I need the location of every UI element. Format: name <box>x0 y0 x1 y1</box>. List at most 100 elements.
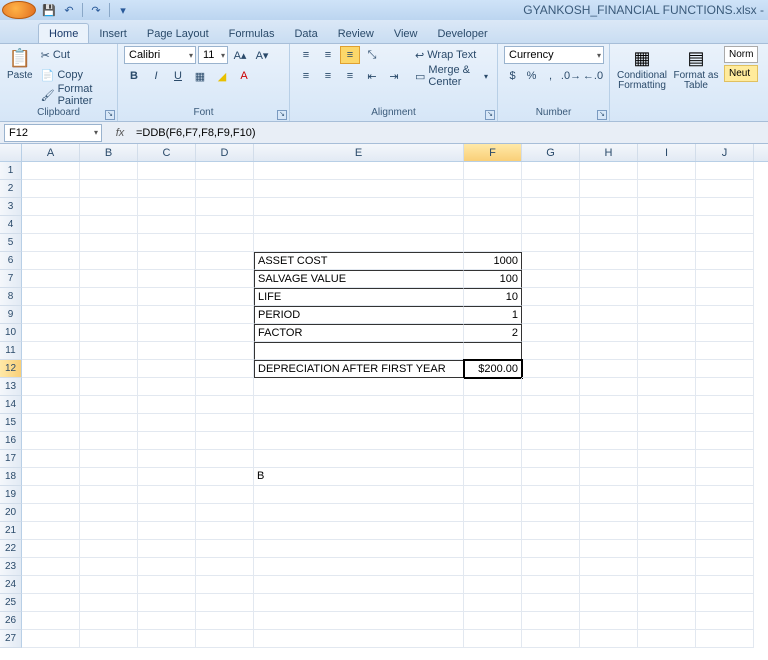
decrease-font-icon[interactable]: A▾ <box>252 46 272 64</box>
cell[interactable] <box>196 576 254 594</box>
cell[interactable] <box>22 612 80 630</box>
cell[interactable] <box>464 486 522 504</box>
cell[interactable] <box>80 432 138 450</box>
tab-insert[interactable]: Insert <box>89 24 137 43</box>
cell[interactable] <box>22 216 80 234</box>
cell[interactable]: $200.00 <box>464 360 522 378</box>
cell[interactable] <box>522 630 580 648</box>
cell[interactable] <box>522 450 580 468</box>
cut-button[interactable]: ✂Cut <box>38 46 111 64</box>
col-header-J[interactable]: J <box>696 144 754 161</box>
cell[interactable] <box>580 450 638 468</box>
cell[interactable] <box>580 504 638 522</box>
cell[interactable] <box>138 378 196 396</box>
cell[interactable]: B <box>254 468 464 486</box>
cell[interactable] <box>80 162 138 180</box>
cell[interactable] <box>522 414 580 432</box>
cell[interactable] <box>80 324 138 342</box>
cell[interactable] <box>80 558 138 576</box>
cell[interactable] <box>522 612 580 630</box>
cell[interactable] <box>80 468 138 486</box>
cell[interactable] <box>138 234 196 252</box>
undo-icon[interactable]: ↶ <box>62 3 76 17</box>
cell[interactable] <box>696 612 754 630</box>
cell[interactable] <box>80 216 138 234</box>
cell[interactable] <box>196 504 254 522</box>
cell[interactable] <box>22 486 80 504</box>
cell[interactable] <box>696 324 754 342</box>
cell[interactable] <box>254 414 464 432</box>
cell[interactable] <box>696 486 754 504</box>
cell[interactable] <box>696 414 754 432</box>
cell[interactable] <box>80 450 138 468</box>
cell[interactable] <box>254 594 464 612</box>
cell[interactable] <box>696 504 754 522</box>
cell[interactable] <box>638 594 696 612</box>
cell[interactable] <box>696 180 754 198</box>
cell[interactable] <box>580 522 638 540</box>
cell[interactable] <box>80 576 138 594</box>
cell[interactable] <box>196 360 254 378</box>
cell[interactable] <box>522 342 580 360</box>
cell[interactable] <box>696 558 754 576</box>
cell[interactable] <box>196 396 254 414</box>
cell[interactable] <box>22 198 80 216</box>
format-painter-button[interactable]: 🖌Format Painter <box>38 86 111 104</box>
row-header[interactable]: 3 <box>0 198 22 216</box>
row-header[interactable]: 21 <box>0 522 22 540</box>
cell[interactable] <box>464 540 522 558</box>
cell[interactable] <box>138 324 196 342</box>
cell[interactable] <box>696 252 754 270</box>
cell[interactable] <box>138 486 196 504</box>
percent-icon[interactable]: % <box>523 67 540 85</box>
dialog-launcher-icon[interactable]: ↘ <box>277 110 287 120</box>
font-size-select[interactable]: 11 <box>198 46 228 64</box>
cell[interactable] <box>80 540 138 558</box>
cell[interactable] <box>580 306 638 324</box>
cell[interactable] <box>638 180 696 198</box>
cell[interactable] <box>464 234 522 252</box>
cell[interactable] <box>522 486 580 504</box>
cell[interactable] <box>464 558 522 576</box>
cell[interactable] <box>22 414 80 432</box>
cell[interactable] <box>80 594 138 612</box>
cell[interactable] <box>196 378 254 396</box>
cell[interactable] <box>638 576 696 594</box>
cell[interactable] <box>80 288 138 306</box>
cell[interactable] <box>138 504 196 522</box>
align-center-icon[interactable]: ≡ <box>318 67 338 85</box>
cell[interactable] <box>196 612 254 630</box>
worksheet-grid[interactable]: ABCDEFGHIJ 123456ASSET COST10007SALVAGE … <box>0 144 768 660</box>
cell[interactable] <box>22 450 80 468</box>
cell[interactable] <box>580 630 638 648</box>
cell[interactable] <box>696 234 754 252</box>
cell[interactable] <box>22 306 80 324</box>
cell[interactable] <box>22 432 80 450</box>
row-header[interactable]: 27 <box>0 630 22 648</box>
cell[interactable] <box>696 396 754 414</box>
cell[interactable] <box>22 576 80 594</box>
cell[interactable] <box>522 378 580 396</box>
cell[interactable] <box>254 180 464 198</box>
cell[interactable] <box>696 288 754 306</box>
increase-font-icon[interactable]: A▴ <box>230 46 250 64</box>
tab-review[interactable]: Review <box>328 24 384 43</box>
cell[interactable] <box>80 234 138 252</box>
cell[interactable] <box>464 180 522 198</box>
row-header[interactable]: 26 <box>0 612 22 630</box>
cell[interactable] <box>464 342 522 360</box>
cell[interactable] <box>254 234 464 252</box>
cell[interactable] <box>464 504 522 522</box>
cell[interactable] <box>696 522 754 540</box>
cell[interactable] <box>638 378 696 396</box>
cell[interactable] <box>22 288 80 306</box>
fill-color-button[interactable]: ◢ <box>212 67 232 85</box>
cell[interactable] <box>638 198 696 216</box>
cell[interactable] <box>196 522 254 540</box>
col-header-C[interactable]: C <box>138 144 196 161</box>
cell[interactable] <box>254 612 464 630</box>
col-header-G[interactable]: G <box>522 144 580 161</box>
cell[interactable] <box>522 540 580 558</box>
cell[interactable] <box>580 252 638 270</box>
cell[interactable] <box>196 252 254 270</box>
